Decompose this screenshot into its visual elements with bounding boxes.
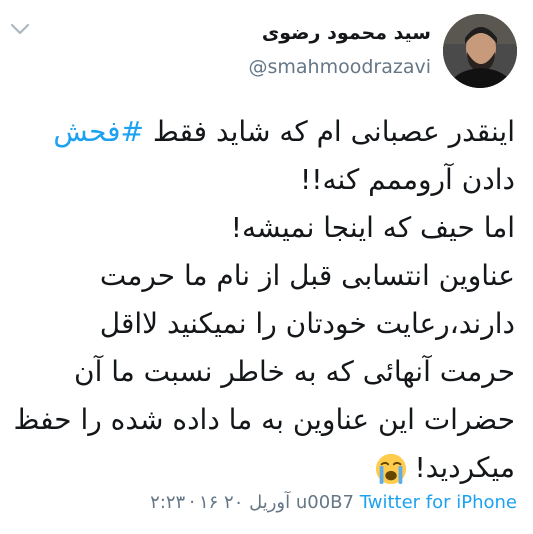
tweet-line-1: اینقدر عصبانی ام که شاید فقط #فحش <box>10 108 515 156</box>
chevron-down-icon[interactable] <box>10 22 30 36</box>
tweet-line-6: حرمت آنهائی که به خاطر نسبت ما آن <box>74 355 515 388</box>
tweet-line-2: دادن آروممم کنه!! <box>300 163 515 196</box>
tweet-line-1-text: اینقدر عصبانی ام که شاید فقط <box>144 115 515 148</box>
tweet-source-link[interactable]: Twitter for iPhone <box>360 492 517 513</box>
tweet-line-7: حضرات این عناوین به ما داده شده را حفظ <box>13 403 515 436</box>
avatar[interactable] <box>443 14 517 88</box>
tweet-line-8-text: میکردید! <box>414 451 515 484</box>
tweet-header: سید محمود رضوی @smahmoodrazavi <box>248 8 517 94</box>
username-handle[interactable]: @smahmoodrazavi <box>248 52 431 82</box>
tweet-time: ۲:۲۳ <box>150 492 186 513</box>
tweet-text: اینقدر عصبانی ام که شاید فقط #فحش دادن آ… <box>10 108 515 492</box>
user-names: سید محمود رضوی @smahmoodrazavi <box>248 20 431 82</box>
tweet-line-5: دارند،رعایت خودتان را نمیکنید لااقل <box>99 307 515 340</box>
tweet-line-4: عناوین انتسابی قبل از نام ما حرمت <box>99 259 515 292</box>
crying-face-icon <box>376 453 407 485</box>
tweet-line-3: اما حیف که اینجا نمیشه! <box>230 211 515 244</box>
tweet-footer: ۲:۲۳ · ۱۶ آوریل ۲۰ u00B7 Twitter for iPhon… <box>10 492 517 513</box>
separator-code: u00B7 <box>295 492 354 513</box>
display-name[interactable]: سید محمود رضوی <box>262 20 431 46</box>
hashtag-link[interactable]: #فحش <box>53 115 144 148</box>
tweet-date[interactable]: ۱۶ آوریل ۲۰ <box>199 492 290 513</box>
separator-dot: · <box>189 492 195 513</box>
tweet-line-8: میکردید! <box>10 444 515 492</box>
